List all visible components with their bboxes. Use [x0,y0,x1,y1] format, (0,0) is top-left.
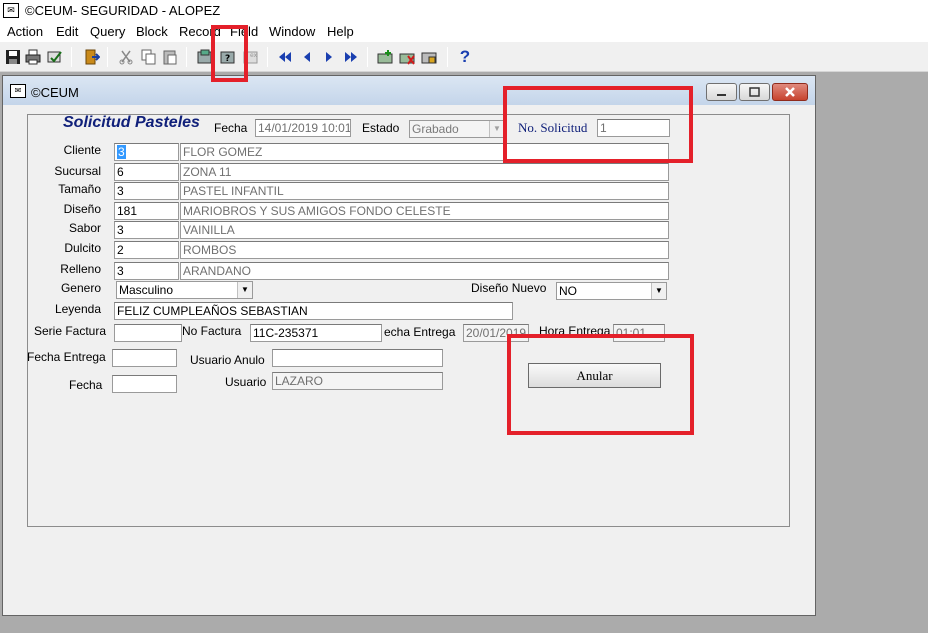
fecha-entrega-2-label: Fecha Entrega [27,350,106,364]
help-icon[interactable]: ? [456,48,474,66]
fecha-label: Fecha [214,121,248,135]
relleno-code-field[interactable]: 3 [114,262,179,280]
sucursal-label: Sucursal [54,164,101,178]
sucursal-desc-field[interactable]: ZONA 11 [180,163,669,181]
tamano-code-field[interactable]: 3 [114,182,179,200]
highlight-box-no-solicitud [503,86,693,163]
cut-icon[interactable] [117,48,135,66]
menu-help[interactable]: Help [327,24,354,39]
app-title-bar: ✉ ©CEUM- SEGURIDAD - ALOPEZ [0,0,928,22]
sabor-code-field[interactable]: 3 [114,221,179,239]
genero-value: Masculino [119,283,174,297]
save-icon[interactable] [4,48,22,66]
tamano-desc-field[interactable]: PASTEL INFANTIL [180,182,669,200]
toolbar-separator [71,47,72,67]
usuario-label: Usuario [225,375,267,389]
toolbar-separator [367,47,368,67]
tamano-label: Tamaño [58,182,101,196]
insert-record-icon[interactable] [376,48,394,66]
leyenda-label: Leyenda [54,302,101,316]
chevron-down-icon[interactable]: ▼ [489,121,504,137]
cliente-code-field[interactable]: 3 [114,143,179,161]
usuario-anulo-label: Usuario Anulo [190,353,265,367]
form-window-title: ©CEUM [31,85,79,100]
estado-label: Estado [362,121,400,135]
toolbar: ? ex ? [0,42,928,72]
toolbar-separator [186,47,187,67]
delete-record-icon[interactable] [398,48,416,66]
menu-edit[interactable]: Edit [56,24,78,39]
lock-record-icon[interactable] [420,48,438,66]
fecha-entrega-2-field[interactable] [112,349,177,367]
sabor-desc-field[interactable]: VAINILLA [180,221,669,239]
usuario-field[interactable]: LAZARO [272,372,443,390]
leyenda-field[interactable]: FELIZ CUMPLEAÑOS SEBASTIAN [114,302,513,320]
sucursal-code-field[interactable]: 6 [114,163,179,181]
form-title: Solicitud Pasteles [63,114,200,131]
diseno-nuevo-value: NO [559,284,577,298]
diseno-label: Diseño [63,202,101,216]
menu-query[interactable]: Query [90,24,125,39]
diseno-code-field[interactable]: 181 [114,202,179,220]
app-icon: ✉ [3,3,19,18]
fecha-field[interactable]: 14/01/2019 10:01 [255,119,351,137]
estado-select[interactable]: Grabado ▼ [409,120,505,138]
dulcito-desc-field[interactable]: ROMBOS [180,241,669,259]
menu-action[interactable]: Action [7,24,43,39]
diseno-desc-field[interactable]: MARIOBROS Y SUS AMIGOS FONDO CELESTE [180,202,669,220]
diseno-nuevo-select[interactable]: NO ▼ [556,282,667,300]
highlight-box-execute-query [211,25,248,82]
toolbar-separator [107,47,108,67]
form-window-title-bar: ✉ ©CEUM [3,76,815,105]
minimize-button[interactable] [706,83,737,101]
dulcito-label: Dulcito [64,241,101,255]
paste-icon[interactable] [161,48,179,66]
print-preview-icon[interactable] [46,48,64,66]
cliente-code-value: 3 [117,145,126,159]
menu-block[interactable]: Block [136,24,168,39]
serie-factura-field[interactable] [114,324,182,342]
toolbar-separator [267,47,268,67]
print-icon[interactable] [24,48,42,66]
app-title: ©CEUM- SEGURIDAD - ALOPEZ [25,3,221,18]
relleno-desc-field[interactable]: ARANDANO [180,262,669,280]
chevron-down-icon[interactable]: ▼ [651,283,666,299]
sabor-label: Sabor [68,221,101,235]
chevron-down-icon[interactable]: ▼ [237,282,252,298]
diseno-nuevo-label: Diseño Nuevo [471,281,547,295]
relleno-label: Relleno [60,262,101,276]
app-icon: ✉ [10,84,26,98]
genero-select[interactable]: Masculino ▼ [116,281,253,299]
copy-icon[interactable] [140,48,158,66]
first-record-icon[interactable] [276,48,294,66]
svg-text:ex: ex [250,52,258,59]
genero-label: Genero [60,281,101,295]
fecha-entrega-label: echa Entrega [384,325,456,339]
toolbar-separator [447,47,448,67]
fecha-2-field[interactable] [112,375,177,393]
exit-icon[interactable] [83,48,101,66]
fecha-2-label: Fecha [69,378,103,392]
estado-value: Grabado [412,122,459,136]
maximize-button[interactable] [739,83,770,101]
highlight-box-anular [507,334,694,435]
dulcito-code-field[interactable]: 2 [114,241,179,259]
menu-window[interactable]: Window [269,24,315,39]
no-factura-label: No Factura [182,324,242,338]
serie-factura-label: Serie Factura [34,324,107,338]
previous-record-icon[interactable] [298,48,316,66]
last-record-icon[interactable] [342,48,360,66]
close-button[interactable] [772,83,808,101]
usuario-anulo-field[interactable] [272,349,443,367]
menu-bar: Action Edit Query Block Record Field Win… [0,22,928,42]
no-factura-field[interactable]: 11C-235371 [250,324,382,342]
next-record-icon[interactable] [320,48,338,66]
cliente-label: Cliente [63,143,101,157]
